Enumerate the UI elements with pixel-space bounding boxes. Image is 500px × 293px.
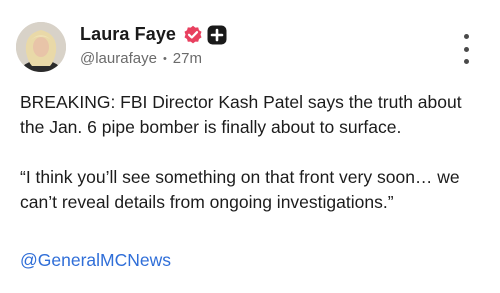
post-timestamp[interactable]: 27m	[173, 50, 202, 67]
verified-badge-icon	[183, 25, 203, 45]
avatar-image	[16, 22, 66, 72]
mention-link[interactable]: @GeneralMCNews	[20, 250, 171, 271]
author-name-row: Laura Faye	[80, 24, 227, 45]
plus-badge-icon	[207, 25, 227, 45]
author-display-name[interactable]: Laura Faye	[80, 24, 176, 45]
post-body: BREAKING: FBI Director Kash Patel says t…	[20, 90, 485, 215]
more-vertical-icon	[463, 34, 469, 39]
avatar[interactable]	[16, 22, 66, 72]
author-meta-row: @laurafaye • 27m	[80, 50, 202, 67]
more-options-button[interactable]	[455, 34, 477, 64]
post-paragraph-2: “I think you’ll see something on that fr…	[20, 167, 460, 212]
meta-separator: •	[162, 52, 167, 65]
author-handle[interactable]: @laurafaye	[80, 50, 157, 67]
post-card: Laura Faye @laurafaye • 27m BREAKING: FB…	[0, 0, 500, 293]
post-paragraph-1: BREAKING: FBI Director Kash Patel says t…	[20, 92, 462, 137]
